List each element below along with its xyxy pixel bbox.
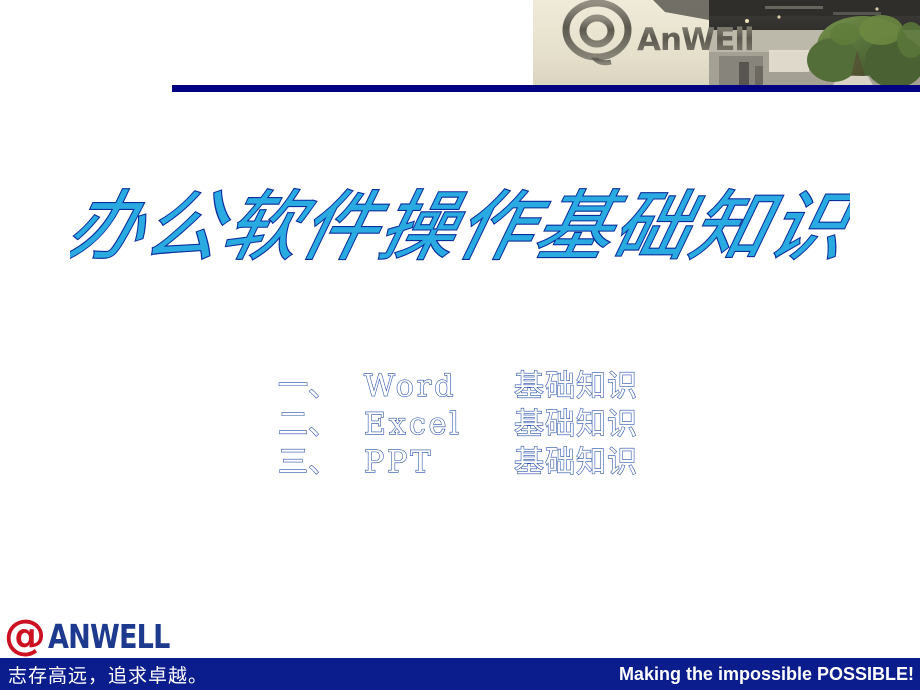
footer-slogan-en: Making the impossible POSSIBLE! bbox=[618, 663, 914, 684]
agenda-item-topic: 基础知识 bbox=[514, 369, 638, 404]
footer-bar: 志存高远，追求卓越。 Making the impossible POSSIBL… bbox=[0, 658, 920, 690]
agenda-item-topic: 基础知识 bbox=[514, 407, 638, 442]
slide-canvas: AnWEll 办公软件操作基础知识 一、 Word 基础知识 二、 Excel … bbox=[0, 0, 920, 690]
anwell-wordmark: ANWELL bbox=[48, 616, 170, 656]
page-title-text: 办公软件操作基础知识 bbox=[70, 184, 850, 272]
agenda-list: 一、 Word 基础知识 二、 Excel 基础知识 三、 PPT 基础知识 bbox=[278, 366, 838, 480]
list-item[interactable]: 二、 Excel 基础知识 bbox=[278, 404, 838, 442]
agenda-item-app: PPT bbox=[364, 445, 433, 480]
agenda-item-number: 二、 bbox=[278, 407, 338, 442]
footer-slogan-cn: 志存高远，追求卓越。 bbox=[8, 664, 209, 687]
page-title: 办公软件操作基础知识 bbox=[0, 160, 920, 290]
office-lobby-photo: AnWEll bbox=[533, 0, 920, 85]
list-item[interactable]: 三、 PPT 基础知识 bbox=[278, 442, 838, 480]
list-item[interactable]: 一、 Word 基础知识 bbox=[278, 366, 838, 404]
agenda-item-app: Excel bbox=[364, 407, 462, 442]
at-symbol-icon: @ bbox=[4, 610, 46, 659]
anwell-logo: @ ANWELL bbox=[4, 610, 196, 659]
agenda-item-number: 一、 bbox=[278, 369, 338, 404]
agenda-item-number: 三、 bbox=[278, 445, 338, 480]
agenda-item-app: Word bbox=[364, 369, 456, 404]
agenda-item-topic: 基础知识 bbox=[514, 445, 638, 480]
header-divider-rule bbox=[172, 85, 920, 92]
